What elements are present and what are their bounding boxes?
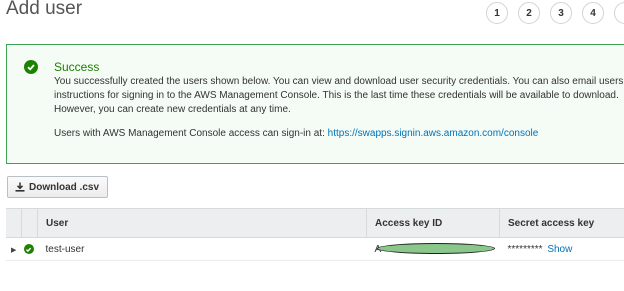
caret-right-icon: ▶ xyxy=(11,246,17,254)
console-signin-info: Users with AWS Management Console access… xyxy=(54,127,624,141)
expand-row-toggle[interactable]: ▶ xyxy=(6,237,22,261)
step-1[interactable]: 1 xyxy=(486,2,508,24)
access-key-column-header[interactable]: Access key ID xyxy=(366,208,500,238)
success-alert: Success You successfully created the use… xyxy=(6,44,624,164)
access-key-cell: A xyxy=(366,237,500,261)
secret-key-column-header[interactable]: Secret access key xyxy=(499,208,624,238)
table-row: ▶ test-user A ********* Show xyxy=(6,237,624,261)
alert-message: You successfully created the users shown… xyxy=(54,76,624,115)
redaction-mark xyxy=(376,243,495,254)
console-signin-text: Users with AWS Management Console access… xyxy=(54,128,325,139)
step-4[interactable]: 4 xyxy=(582,2,604,24)
step-5[interactable] xyxy=(614,2,624,24)
alert-title: Success xyxy=(54,60,100,74)
user-name-cell: test-user xyxy=(37,237,367,261)
download-icon xyxy=(15,182,25,192)
download-csv-button[interactable]: Download .csv xyxy=(7,176,109,198)
user-column-header[interactable]: User xyxy=(37,208,367,238)
console-signin-link[interactable]: https://swapps.signin.aws.amazon.com/con… xyxy=(328,128,539,139)
success-status-icon xyxy=(23,244,34,254)
table-header-row: User Access key ID Secret access key xyxy=(6,208,624,238)
expand-column-header xyxy=(6,208,22,238)
wizard-steps: 1 2 3 4 xyxy=(486,2,624,24)
secret-key-cell: ********* Show xyxy=(499,237,624,261)
download-csv-label: Download .csv xyxy=(29,181,100,193)
users-table: User Access key ID Secret access key ▶ t… xyxy=(6,208,624,261)
step-3[interactable]: 3 xyxy=(550,2,572,24)
step-2[interactable]: 2 xyxy=(518,2,540,24)
show-secret-link[interactable]: Show xyxy=(547,244,572,255)
page-title: Add user xyxy=(6,0,83,19)
success-check-icon xyxy=(24,60,38,74)
status-column-header xyxy=(21,208,38,238)
secret-key-mask: ********* xyxy=(507,243,543,255)
